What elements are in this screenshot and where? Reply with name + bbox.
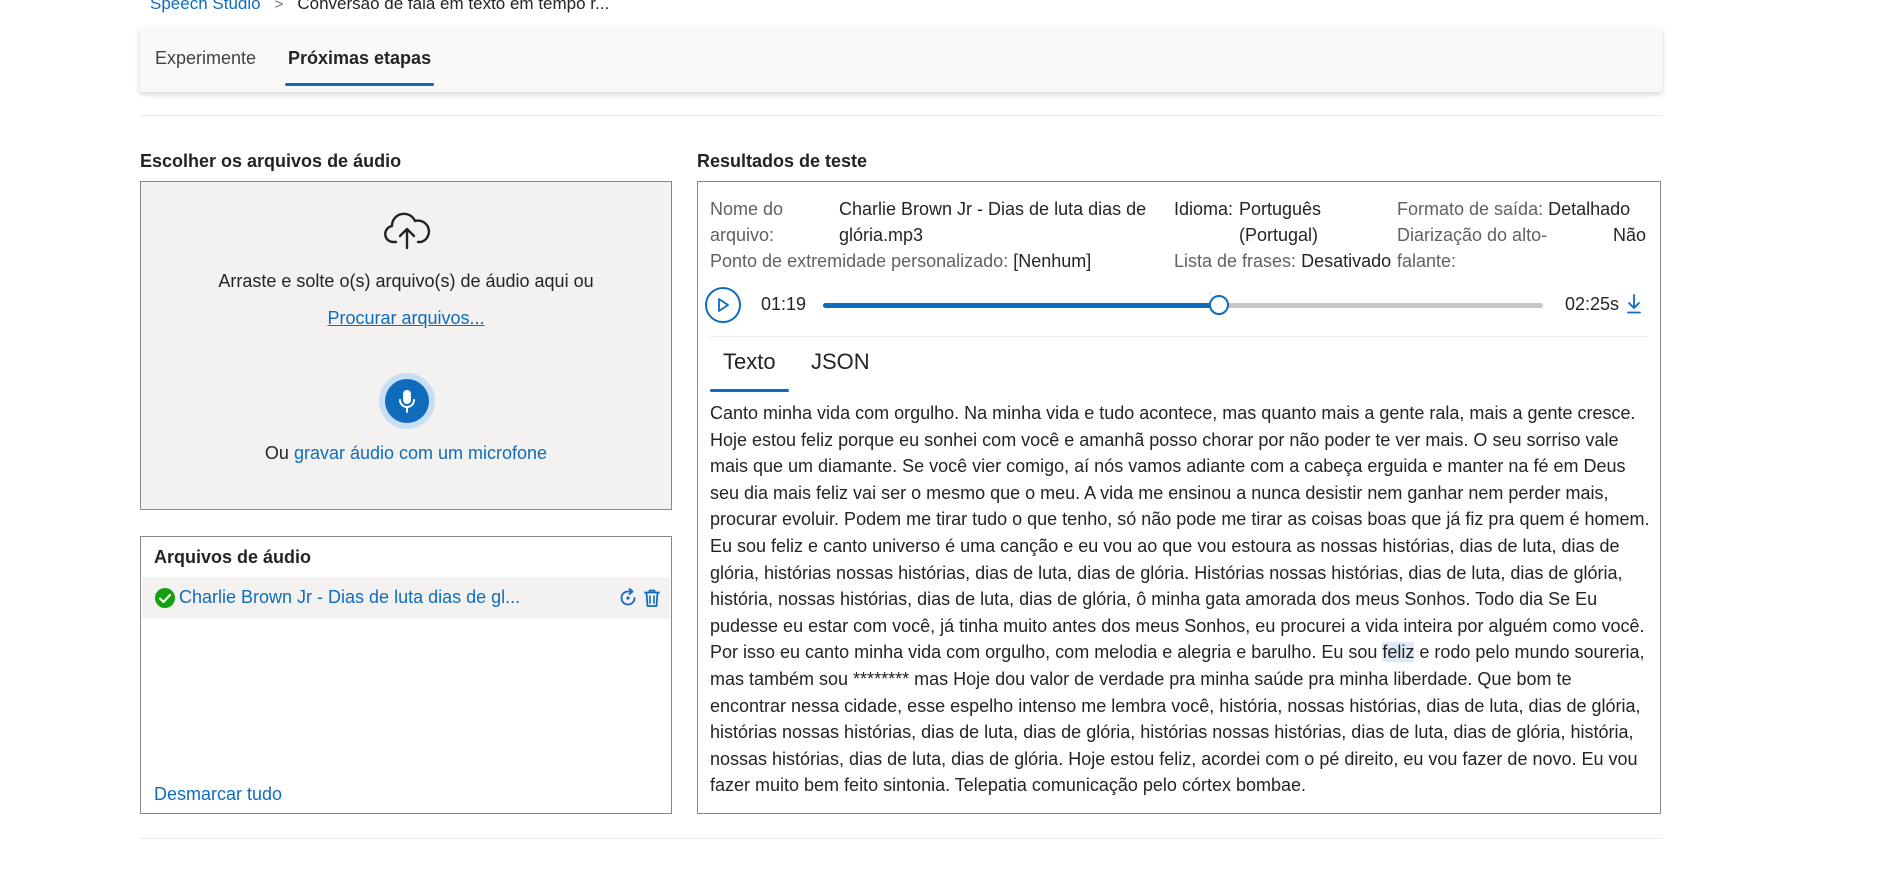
- trash-icon[interactable]: [641, 587, 663, 609]
- divider-bottom: [140, 838, 1662, 839]
- results-panel: Nome do arquivo: Charlie Brown Jr - Dias…: [697, 181, 1661, 814]
- endpoint-row: Ponto de extremidade personalizado: [Nen…: [710, 248, 1091, 274]
- language-value: Português (Portugal): [1239, 196, 1321, 248]
- file-name-value: Charlie Brown Jr - Dias de luta dias de …: [839, 196, 1146, 248]
- list-item[interactable]: Charlie Brown Jr - Dias de luta dias de …: [142, 577, 670, 619]
- output-format-row: Formato de saída: Detalhado: [1397, 196, 1630, 222]
- transcript-before: Canto minha vida com orgulho. Na minha v…: [710, 403, 1650, 663]
- tab-texto[interactable]: Texto: [710, 349, 789, 392]
- audio-file-name[interactable]: Charlie Brown Jr - Dias de luta dias de …: [179, 587, 520, 608]
- audio-files-title: Arquivos de áudio: [154, 547, 312, 567]
- results-divider: [710, 336, 1648, 337]
- upload-section-title: Escolher os arquivos de áudio: [140, 151, 402, 171]
- transcript-highlight: feliz: [1382, 642, 1415, 663]
- check-circle-icon: [155, 588, 175, 608]
- breadcrumb: Speech Studio > Conversão de fala em tex…: [150, 0, 609, 14]
- diarization-label-line2: falante:: [1397, 251, 1457, 271]
- play-button[interactable]: [705, 287, 741, 323]
- breadcrumb-root-link[interactable]: Speech Studio: [150, 0, 261, 14]
- microphone-icon: [399, 390, 415, 413]
- download-icon[interactable]: [1624, 292, 1644, 316]
- total-time: 02:25s: [1565, 294, 1620, 314]
- audio-drop-zone[interactable]: Arraste e solte o(s) arquivo(s) de áudio…: [140, 181, 672, 510]
- record-microphone-button[interactable]: [379, 373, 435, 429]
- transcript-after: e rodo pelo mundo soureria, mas também s…: [710, 642, 1645, 796]
- record-microphone-link[interactable]: gravar áudio com um microfone: [294, 443, 547, 463]
- output-format-label: Formato de saída:: [1397, 199, 1544, 219]
- file-name-value-line2: glória.mp3: [839, 225, 924, 245]
- audio-files-panel: Arquivos de áudio Charlie Brown Jr - Dia…: [140, 536, 672, 814]
- results-section-title: Resultados de teste: [697, 151, 868, 171]
- unselect-all-link[interactable]: Desmarcar tudo: [154, 784, 282, 805]
- output-format-value: Detalhado: [1548, 199, 1631, 219]
- transcript-text: Canto minha vida com orgulho. Na minha v…: [710, 400, 1650, 799]
- browse-files-link[interactable]: Procurar arquivos...: [141, 308, 671, 329]
- tab-proximas-etapas-label: Próximas etapas: [288, 48, 432, 68]
- tab-json[interactable]: JSON: [811, 349, 870, 375]
- language-value-line2: (Portugal): [1239, 225, 1319, 245]
- file-name-label: Nome do arquivo:: [710, 196, 783, 248]
- page: Speech Studio > Conversão de fala em tex…: [0, 0, 1887, 892]
- active-result-tab-indicator: [710, 389, 789, 392]
- diarization-label: Diarização do alto- falante:: [1397, 222, 1547, 274]
- diarization-label-line1: Diarização do alto-: [1397, 225, 1548, 245]
- seek-thumb[interactable]: [1209, 295, 1229, 315]
- breadcrumb-current: Conversão de fala em texto em tempo r...: [297, 0, 610, 13]
- endpoint-label: Ponto de extremidade personalizado:: [710, 251, 1009, 271]
- phrase-list-label: Lista de frases:: [1174, 251, 1297, 271]
- diarization-value: Não: [1613, 225, 1647, 245]
- phrase-list-row: Lista de frases: Desativado: [1174, 248, 1391, 274]
- phrase-list-value: Desativado: [1301, 251, 1392, 271]
- current-time: 01:19: [761, 294, 807, 314]
- audio-seek-slider[interactable]: [823, 295, 1543, 315]
- language-label: Idioma:: [1174, 199, 1234, 219]
- seek-progress-fill: [823, 303, 1219, 308]
- record-microphone-line: Ou gravar áudio com um microfone: [141, 443, 671, 464]
- file-name-label-line2: arquivo:: [710, 225, 775, 245]
- tab-proximas-etapas[interactable]: Próximas etapas: [285, 28, 435, 92]
- top-tab-bar: Experimente Próximas etapas: [140, 28, 1662, 92]
- tab-experimente[interactable]: Experimente: [155, 28, 256, 92]
- divider-top: [140, 115, 1662, 116]
- endpoint-value: [Nenhum]: [1013, 251, 1092, 271]
- drop-instructions: Arraste e solte o(s) arquivo(s) de áudio…: [218, 271, 594, 291]
- file-name-label-line1: Nome do: [710, 199, 784, 219]
- tab-texto-label: Texto: [723, 349, 776, 374]
- active-tab-indicator: [285, 83, 435, 86]
- play-icon: [718, 298, 729, 312]
- breadcrumb-separator: >: [274, 0, 284, 13]
- language-value-line1: Português: [1239, 199, 1322, 219]
- record-prefix: Ou: [264, 443, 289, 463]
- cloud-upload-icon: [384, 212, 431, 250]
- file-name-value-line1: Charlie Brown Jr - Dias de luta dias de: [839, 199, 1147, 219]
- retry-icon[interactable]: [617, 587, 639, 609]
